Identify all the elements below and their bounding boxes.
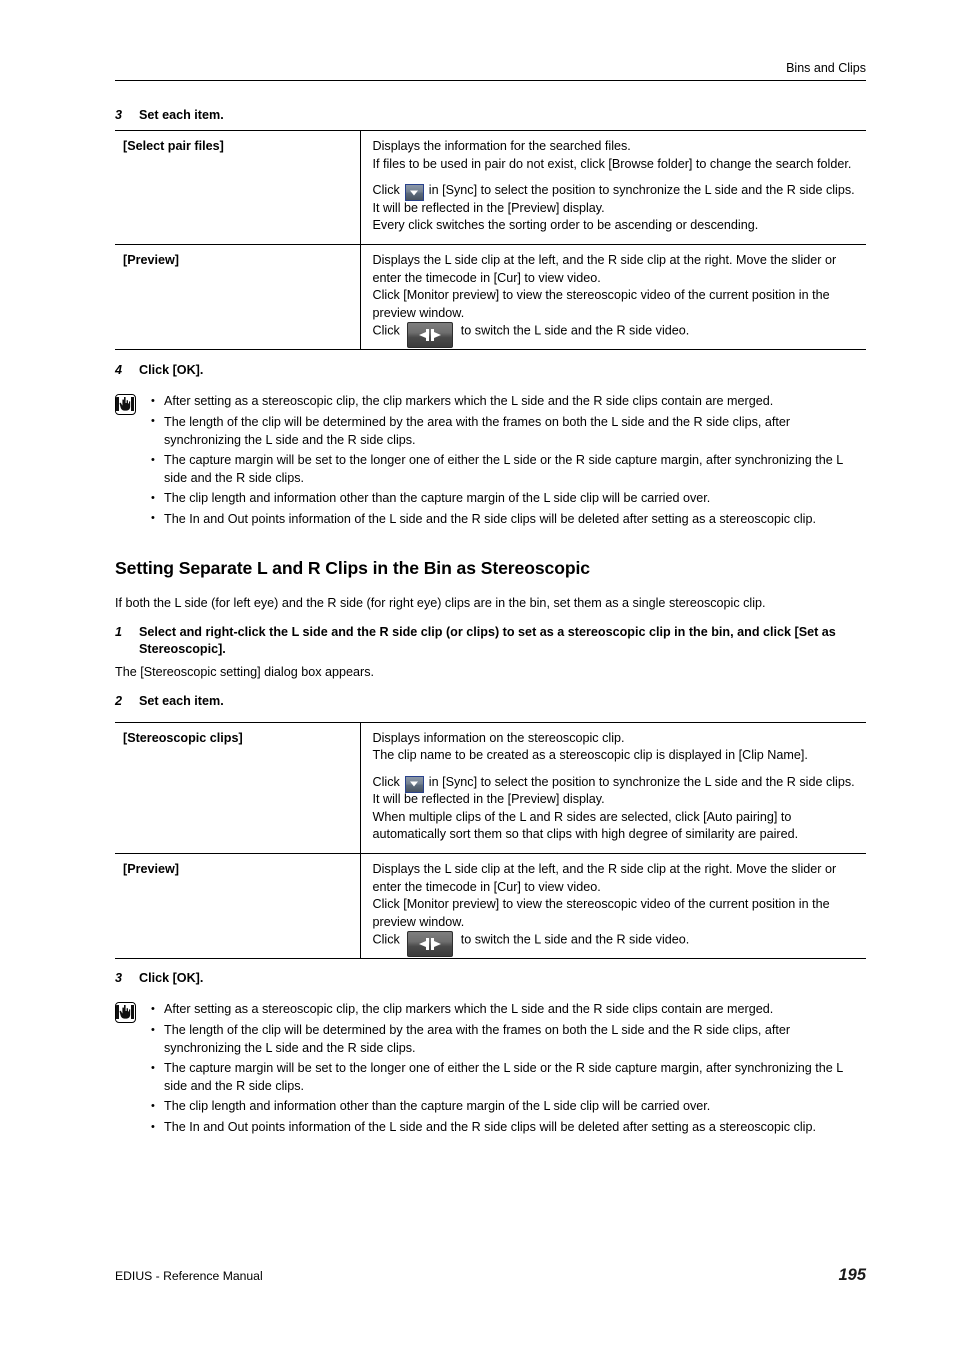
table-row: [Preview] Displays the L side clip at th…	[115, 243, 866, 350]
click-suffix: in [Sync] to select the position to sync…	[372, 183, 855, 215]
step-label: Select and right-click the L side and th…	[139, 624, 836, 656]
step-3-click-ok: 3 Click [OK].	[115, 970, 866, 987]
click-prefix: Click	[372, 932, 400, 947]
desc-line: Displays information on the stereoscopic…	[372, 730, 625, 745]
section-intro-paragraph: If both the L side (for left eye) and th…	[115, 595, 766, 610]
footer-page-number: 195	[838, 1266, 866, 1284]
list-item: The length of the clip will be determine…	[151, 1022, 866, 1057]
click-suffix: in [Sync] to select the position to sync…	[372, 774, 855, 807]
desc-line: Displays the information for the searche…	[372, 139, 631, 153]
term-preview: [Preview]	[115, 853, 361, 959]
list-item: The In and Out points information of the…	[151, 510, 866, 529]
dropdown-arrow-icon[interactable]	[404, 184, 424, 202]
manual-page: Bins and Clips 3 Set each item. [Select …	[0, 0, 954, 1350]
desc-line-with-switch-icon: Click to switch the L side and the R side…	[372, 931, 863, 958]
click-prefix: Click	[372, 774, 400, 789]
term-stereoscopic-clips: [Stereoscopic clips]	[115, 722, 361, 854]
term-preview: [Preview]	[115, 243, 361, 350]
step-1-select-right-click: 1 Select and right-click the L side and …	[115, 624, 866, 658]
switch-lr-icon[interactable]	[406, 322, 453, 349]
step-label: Click [OK].	[139, 971, 204, 986]
running-header-title: Bins and Clips	[786, 61, 866, 75]
list-item: The clip length and information other th…	[151, 1098, 866, 1116]
click-suffix: to switch the L side and the R side vide…	[460, 932, 690, 947]
note-hand-icon	[115, 1002, 136, 1024]
header-divider-rule	[115, 80, 866, 81]
running-header: Bins and Clips	[115, 60, 866, 81]
list-item: The capture margin will be set to the lo…	[151, 452, 866, 487]
note-block-1: After setting as a stereoscopic clip, th…	[115, 393, 866, 528]
footer-manual-name: EDIUS - Reference Manual	[115, 1269, 263, 1283]
desc-line: When multiple clips of the L and R sides…	[372, 809, 799, 842]
desc-line: Click [Monitor preview] to view the ster…	[372, 288, 830, 320]
table-row: [Stereoscopic clips] Displays informatio…	[115, 722, 866, 854]
table-row: [Select pair files] Displays the informa…	[115, 130, 866, 245]
step-4-click-ok: 4 Click [OK].	[115, 362, 866, 379]
step-number: 3	[115, 108, 123, 122]
note-block-2: After setting as a stereoscopic clip, th…	[115, 1001, 866, 1136]
list-item: After setting as a stereoscopic clip, th…	[151, 1001, 866, 1019]
desc-line-with-sync-icon: Click in [Sync] to select the position to…	[373, 182, 863, 217]
step-label: Set each item.	[139, 693, 224, 708]
step-number: 1	[115, 624, 123, 639]
click-prefix: Click	[372, 323, 400, 338]
stereoscopic-clips-table: [Stereoscopic clips] Displays informatio…	[115, 721, 866, 960]
step-3-set-each-item: 3 Set each item.	[115, 107, 866, 124]
note-list-2: After setting as a stereoscopic clip, th…	[151, 1001, 866, 1136]
desc-preview: Displays the L side clip at the left, an…	[360, 243, 866, 350]
dialog-appears-paragraph: The [Stereoscopic setting] dialog box ap…	[115, 664, 375, 679]
step-2-set-each-item: 2 Set each item.	[115, 693, 866, 710]
desc-stereoscopic-clips: Displays information on the stereoscopic…	[360, 722, 866, 854]
step-label: Click [OK].	[139, 363, 204, 378]
table-row: [Preview] Displays the L side clip at th…	[115, 853, 866, 959]
desc-line-with-switch-icon: Click to switch the L side and the R side…	[372, 322, 863, 349]
list-item: After setting as a stereoscopic clip, th…	[151, 393, 866, 411]
step-number: 3	[115, 971, 123, 986]
desc-line: Displays the L side clip at the left, an…	[372, 252, 837, 285]
desc-line-with-sync-icon: Click in [Sync] to select the position to…	[373, 774, 863, 809]
step-label: Set each item.	[139, 108, 224, 122]
note-list-1: After setting as a stereoscopic clip, th…	[151, 393, 866, 528]
desc-line: Every click switches the sorting order t…	[372, 218, 759, 233]
switch-lr-icon[interactable]	[406, 931, 453, 958]
desc-line: Displays the L side clip at the left, an…	[372, 862, 837, 894]
step-number: 2	[115, 693, 123, 708]
page-footer: EDIUS - Reference Manual 195	[115, 1266, 866, 1285]
term-select-pair-files: [Select pair files]	[115, 130, 361, 245]
click-prefix: Click	[372, 183, 400, 198]
list-item: The capture margin will be set to the lo…	[151, 1060, 866, 1095]
click-suffix: to switch the L side and the R side vide…	[460, 323, 690, 338]
step-number: 4	[115, 363, 123, 378]
list-item: The In and Out points information of the…	[151, 1119, 866, 1137]
note-hand-icon	[115, 394, 136, 416]
list-item: The length of the clip will be determine…	[151, 413, 866, 449]
list-item: The clip length and information other th…	[151, 490, 866, 508]
desc-line: The clip name to be created as a stereos…	[372, 748, 808, 763]
desc-select-pair-files: Displays the information for the searche…	[360, 131, 866, 245]
desc-line: Click [Monitor preview] to view the ster…	[372, 897, 830, 929]
desc-line: If files to be used in pair do not exist…	[372, 156, 852, 171]
desc-preview: Displays the L side clip at the left, an…	[360, 853, 866, 959]
page-title: Setting Separate L and R Clips in the Bi…	[115, 557, 590, 578]
page-content: 3 Set each item. [Select pair files] Dis…	[115, 101, 866, 1140]
select-pair-files-table: [Select pair files] Displays the informa…	[115, 130, 866, 351]
dropdown-arrow-icon[interactable]	[404, 775, 424, 793]
